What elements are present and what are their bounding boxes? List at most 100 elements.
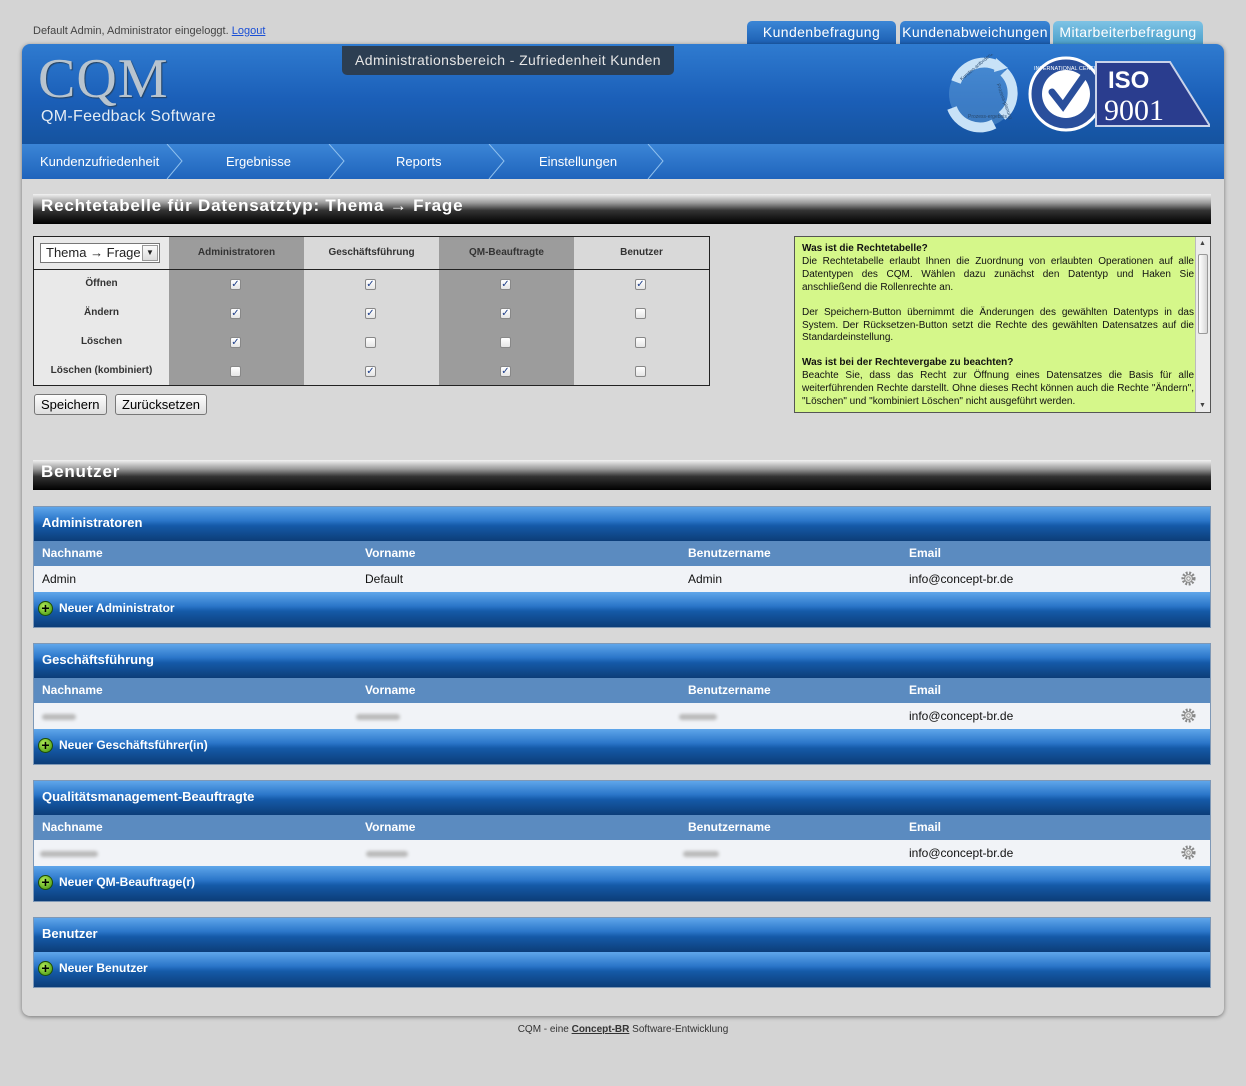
iso-label: ISO: [1108, 67, 1149, 94]
permission-checkbox[interactable]: [635, 337, 646, 348]
nav-separator: [166, 144, 183, 179]
column-header: Nachname: [42, 820, 103, 834]
header: CQM QM-Feedback Software Administrations…: [22, 44, 1224, 144]
header-divider: [34, 269, 709, 270]
permission-checkbox[interactable]: ✓: [230, 279, 241, 290]
rights-section-title: Rechtetabelle für Datensatztyp: Thema → …: [33, 194, 1211, 224]
permission-checkbox[interactable]: [500, 337, 511, 348]
cell-vorname-redacted: [366, 840, 408, 866]
nav-kundenzufriedenheit[interactable]: Kundenzufriedenheit: [40, 144, 159, 179]
column-header: Vorname: [365, 683, 416, 697]
tab-kundenabweichungen[interactable]: Kundenabweichungen: [900, 21, 1050, 45]
cell-nachname-redacted: [42, 703, 76, 729]
column-header: Benutzername: [688, 683, 771, 697]
footer-prefix: CQM - eine: [517, 1024, 569, 1035]
column-header: Email: [909, 820, 942, 834]
permission-checkbox[interactable]: ✓: [365, 366, 376, 377]
plus-icon: +: [38, 738, 53, 753]
permission-checkbox[interactable]: ✓: [635, 279, 646, 290]
operation-label: Löschen (kombiniert): [50, 365, 153, 376]
help-scrollbar[interactable]: ▲ ▼: [1195, 237, 1210, 412]
group-title: Qualitätsmanagement-Beauftragte: [34, 781, 1210, 815]
add-label: Neuer Geschäftsführer(in): [59, 738, 208, 752]
plus-icon: +: [38, 961, 53, 976]
cell-nachname: Admin: [42, 572, 77, 586]
login-status: Default Admin, Administrator eingeloggt.…: [33, 25, 265, 37]
login-status-text: Default Admin, Administrator eingeloggt.: [33, 25, 229, 37]
process-cycle-icon: Kunden-anforderung Prozess-planung Proze…: [947, 54, 1018, 133]
table-row[interactable]: Admin Default Admin info@concept-br.de: [34, 566, 1210, 592]
add-label: Neuer Administrator: [59, 601, 175, 615]
role-header: QM-Beauftragte: [468, 247, 544, 258]
permission-checkbox[interactable]: [635, 308, 646, 319]
role-header: Geschäftsführung: [328, 247, 415, 258]
add-label: Neuer QM-Beauftrage(r): [59, 875, 196, 889]
add-label: Neuer Benutzer: [59, 961, 148, 975]
table-row[interactable]: info@concept-br.de: [34, 840, 1210, 866]
help-paragraph: Beachte Sie, dass das Recht zur Öffnung …: [802, 370, 1194, 408]
permission-checkbox[interactable]: ✓: [500, 279, 511, 290]
nav-separator: [488, 144, 505, 179]
tab-mitarbeiterbefragung[interactable]: Mitarbeiterbefragung: [1053, 21, 1203, 45]
nav-ergebnisse[interactable]: Ergebnisse: [226, 144, 291, 179]
cell-vorname-redacted: [356, 703, 400, 729]
user-group-geschaeftsfuehrung: Geschäftsführung Nachname Vorname Benutz…: [33, 643, 1211, 765]
cell-benutzername: Admin: [688, 572, 723, 586]
group-title: Benutzer: [34, 918, 1210, 952]
permission-checkbox[interactable]: ✓: [365, 308, 376, 319]
logout-link[interactable]: Logout: [232, 25, 266, 37]
scroll-up-icon[interactable]: ▲: [1199, 240, 1206, 247]
column-header: Nachname: [42, 546, 103, 560]
rights-table: Thema → Frage ▼ Administratoren Geschäft…: [33, 236, 710, 386]
user-group-administratoren: Administratoren Nachname Vorname Benutze…: [33, 506, 1211, 628]
role-header: Benutzer: [620, 247, 663, 258]
tab-kundenbefragung[interactable]: Kundenbefragung: [747, 21, 896, 45]
scroll-thumb[interactable]: [1198, 254, 1208, 334]
chevron-down-icon: ▼: [142, 245, 158, 261]
operation-label: Ändern: [84, 307, 119, 318]
footer-suffix: Software-Entwicklung: [632, 1024, 729, 1035]
add-qm-beauftragte-button[interactable]: + Neuer QM-Beauftrage(r): [34, 866, 1210, 901]
gear-icon[interactable]: [1181, 571, 1196, 586]
area-title: Administrationsbereich - Zufriedenheit K…: [342, 46, 674, 75]
help-paragraph: Der Speichern-Button übernimmt die Änder…: [802, 306, 1194, 344]
scroll-down-icon[interactable]: ▼: [1199, 402, 1206, 409]
table-header: Nachname Vorname Benutzername Email: [34, 541, 1210, 566]
datatype-select[interactable]: Thema → Frage ▼: [40, 243, 160, 263]
permission-checkbox[interactable]: [365, 337, 376, 348]
column-header: Email: [909, 683, 942, 697]
footer-brand-link[interactable]: Concept-BR: [572, 1024, 630, 1035]
add-benutzer-button[interactable]: + Neuer Benutzer: [34, 952, 1210, 987]
column-header: Email: [909, 546, 942, 560]
cell-vorname: Default: [365, 572, 404, 586]
nav-separator: [328, 144, 345, 179]
help-paragraph: Die Rechtetabelle erlaubt Ihnen die Zuor…: [802, 255, 1194, 293]
gear-icon[interactable]: [1181, 708, 1196, 723]
permission-checkbox[interactable]: ✓: [500, 308, 511, 319]
add-administrator-button[interactable]: + Neuer Administrator: [34, 592, 1210, 627]
permission-checkbox[interactable]: ✓: [500, 366, 511, 377]
table-header: Nachname Vorname Benutzername Email: [34, 815, 1210, 840]
cqm-logo: CQM QM-Feedback Software: [38, 50, 216, 126]
permission-checkbox[interactable]: [635, 366, 646, 377]
cell-benutzername-redacted: [683, 840, 719, 866]
main-frame: CQM QM-Feedback Software Administrations…: [22, 44, 1224, 1016]
footer: CQM - eine Concept-BR Software-Entwicklu…: [0, 1024, 1246, 1035]
cycle-label-3: Prozess-ergebnis: [968, 114, 1007, 120]
permission-checkbox[interactable]: ✓: [230, 308, 241, 319]
add-geschaeftsfuehrer-button[interactable]: + Neuer Geschäftsführer(in): [34, 729, 1210, 764]
reset-button[interactable]: Zurücksetzen: [115, 394, 208, 415]
permission-checkbox[interactable]: ✓: [365, 279, 376, 290]
permission-checkbox[interactable]: ✓: [230, 337, 241, 348]
operation-label: Öffnen: [85, 278, 118, 289]
nav-einstellungen[interactable]: Einstellungen: [539, 144, 617, 179]
user-group-qm-beauftragte: Qualitätsmanagement-Beauftragte Nachname…: [33, 780, 1211, 902]
help-question: Was ist bei der Rechtevergabe zu beachte…: [802, 357, 1014, 369]
save-button[interactable]: Speichern: [34, 394, 107, 415]
table-row[interactable]: info@concept-br.de: [34, 703, 1210, 729]
nav-reports[interactable]: Reports: [396, 144, 442, 179]
gear-icon[interactable]: [1181, 845, 1196, 860]
iso-number: 9001: [1104, 94, 1164, 127]
permission-checkbox[interactable]: [230, 366, 241, 377]
users-section-title: Benutzer: [33, 460, 1211, 490]
